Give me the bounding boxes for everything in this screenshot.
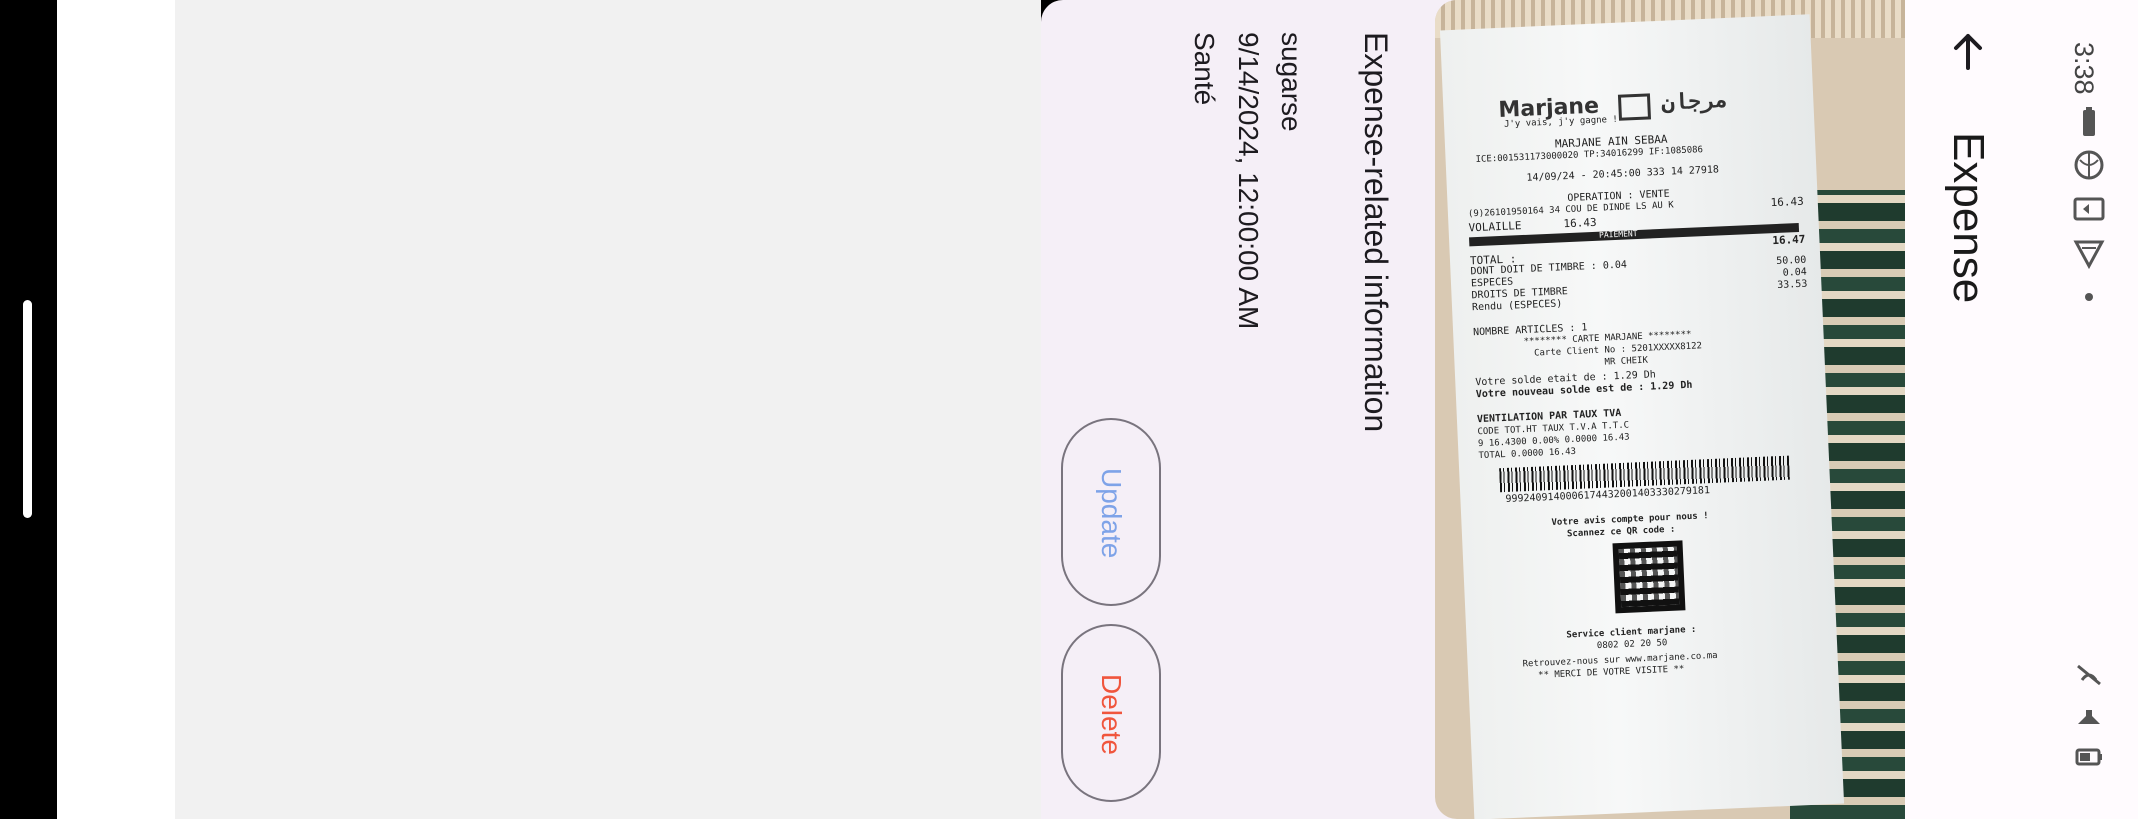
info-heading: Expense-related information <box>1358 32 1394 433</box>
expense-date: 9/14/2024, 12:00:00 AM <box>1233 32 1264 330</box>
page-title: Expense <box>1944 132 1993 304</box>
cast-icon <box>2073 197 2105 221</box>
receipt-rendu-value: 33.53 <box>1777 278 1808 291</box>
status-time: 3:38 <box>2069 42 2099 95</box>
receipt-client-name: MR CHEIK <box>1604 355 1649 368</box>
receipt-tva-total: TOTAL 0.0000 16.43 <box>1478 446 1577 462</box>
side-margin <box>57 0 175 819</box>
receipt-droits-value: 0.04 <box>1782 266 1808 279</box>
receipt-service: Service client marjane : <box>1566 624 1697 641</box>
receipt-especes-value: 50.00 <box>1775 254 1807 267</box>
globe-icon <box>2074 150 2104 180</box>
update-button[interactable]: Update <box>1061 418 1161 606</box>
arrow-back-icon[interactable] <box>1947 30 1989 72</box>
vibrate-off-icon <box>2077 664 2101 686</box>
receipt-logo-arabic: مرجان <box>1660 87 1729 116</box>
delete-button-label: Delete <box>1096 674 1127 755</box>
content-background <box>175 0 1041 819</box>
wifi-icon <box>2073 240 2105 270</box>
receipt-paper: Marjane مرجان J'y vais, j'y gagne ! MARJ… <box>1439 14 1845 819</box>
navigation-bar <box>0 0 57 819</box>
receipt-qr-code <box>1612 540 1686 614</box>
receipt-item-price: 16.43 <box>1770 194 1805 210</box>
volume-icon <box>2078 710 2100 724</box>
receipt-especes-label: ESPECES <box>1470 276 1514 290</box>
notification-dot-icon <box>2085 293 2093 301</box>
receipt-barcode <box>1499 455 1790 493</box>
expense-category: Santé <box>1189 32 1220 106</box>
receipt-image[interactable]: Marjane مرجان J'y vais, j'y gagne ! MARJ… <box>1435 0 1905 819</box>
receipt-category-line: VOLAILLE <box>1468 219 1522 235</box>
receipt-logo-mark <box>1617 93 1652 121</box>
receipt-avis: Votre avis compte pour nous ! <box>1551 511 1709 529</box>
delete-button[interactable]: Delete <box>1061 624 1161 802</box>
receipt-scan: Scannez ce QR code : <box>1566 524 1676 540</box>
expense-name: sugarse <box>1276 32 1307 132</box>
receipt-band-label: PAIEMENT <box>1598 229 1638 240</box>
receipt-total-value: 16.47 <box>1772 232 1806 248</box>
gesture-handle[interactable] <box>23 300 32 518</box>
screen: Update Delete Expense-related informatio… <box>0 0 2138 819</box>
receipt-category-amount: 16.43 <box>1563 215 1597 231</box>
receipt-phone: 0802 02 20 50 <box>1596 638 1668 652</box>
battery-small-icon <box>2075 748 2102 766</box>
card-fill <box>1041 790 1081 819</box>
update-button-label: Update <box>1096 468 1127 559</box>
battery-icon <box>2083 107 2095 136</box>
